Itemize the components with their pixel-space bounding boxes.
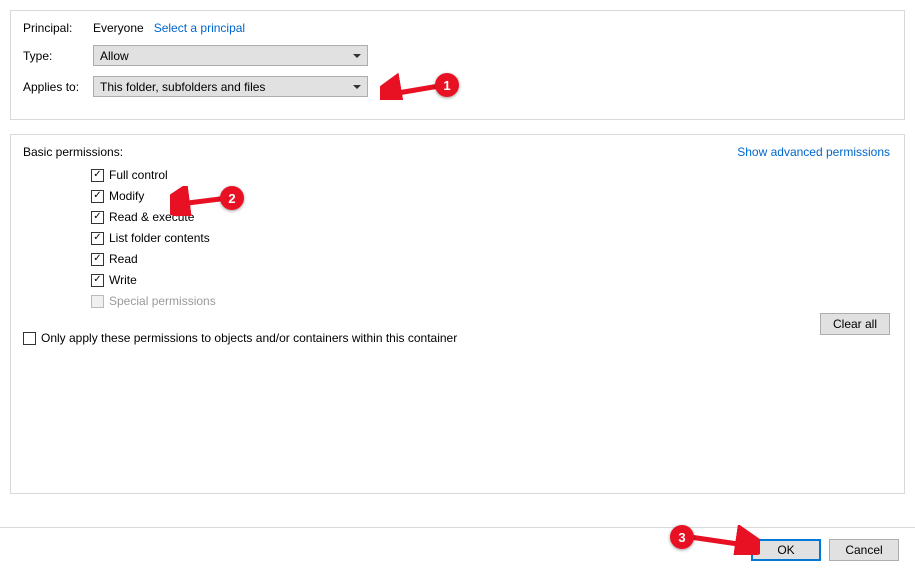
- permission-checkbox[interactable]: [91, 232, 104, 245]
- permission-item: Read & execute: [91, 209, 892, 225]
- permission-label: List folder contents: [109, 231, 210, 245]
- clear-all-button[interactable]: Clear all: [820, 313, 890, 335]
- principal-value: Everyone: [93, 21, 144, 35]
- chevron-down-icon: [353, 85, 361, 89]
- type-dropdown[interactable]: Allow: [93, 45, 368, 66]
- permission-item: List folder contents: [91, 230, 892, 246]
- chevron-down-icon: [353, 54, 361, 58]
- permission-item: Read: [91, 251, 892, 267]
- applies-dropdown-text: This folder, subfolders and files: [100, 80, 353, 94]
- permission-label: Read & execute: [109, 210, 194, 224]
- show-advanced-link[interactable]: Show advanced permissions: [737, 145, 890, 159]
- permission-checkbox: [91, 295, 104, 308]
- applies-label: Applies to:: [23, 80, 93, 94]
- permission-item: Special permissions: [91, 293, 892, 309]
- only-apply-label: Only apply these permissions to objects …: [41, 331, 457, 345]
- applies-dropdown[interactable]: This folder, subfolders and files: [93, 76, 368, 97]
- permission-checkbox[interactable]: [91, 190, 104, 203]
- permission-checkbox[interactable]: [91, 253, 104, 266]
- permission-checkbox[interactable]: [91, 169, 104, 182]
- permission-item: Modify: [91, 188, 892, 204]
- permission-item: Write: [91, 272, 892, 288]
- select-principal-link[interactable]: Select a principal: [154, 21, 245, 35]
- principal-panel: Principal: Everyone Select a principal T…: [10, 10, 905, 120]
- permissions-panel: Basic permissions: Show advanced permiss…: [10, 134, 905, 494]
- permissions-list: Full control Modify Read & execute List fol…: [91, 167, 892, 309]
- only-apply-checkbox[interactable]: [23, 332, 36, 345]
- permission-label: Full control: [109, 168, 168, 182]
- permission-checkbox[interactable]: [91, 211, 104, 224]
- permission-label: Write: [109, 273, 137, 287]
- permission-label: Modify: [109, 189, 144, 203]
- ok-button[interactable]: OK: [751, 539, 821, 561]
- permission-label: Read: [109, 252, 138, 266]
- bottom-button-bar: OK Cancel: [0, 527, 915, 571]
- type-dropdown-text: Allow: [100, 49, 353, 63]
- type-label: Type:: [23, 49, 93, 63]
- permission-label: Special permissions: [109, 294, 216, 308]
- cancel-button[interactable]: Cancel: [829, 539, 899, 561]
- principal-label: Principal:: [23, 21, 93, 35]
- permission-item: Full control: [91, 167, 892, 183]
- permission-checkbox[interactable]: [91, 274, 104, 287]
